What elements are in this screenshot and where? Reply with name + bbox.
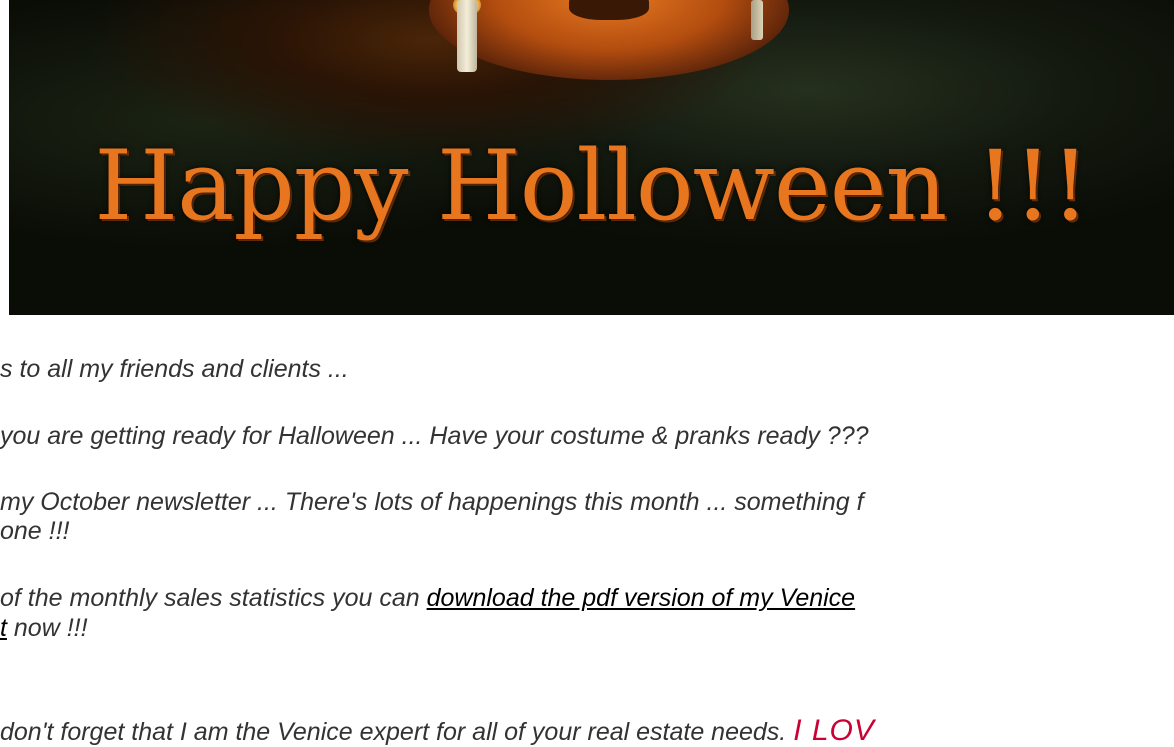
- download-pdf-link[interactable]: download the pdf version of my Venice: [427, 584, 856, 612]
- greeting-line: s to all my friends and clients ...: [0, 355, 349, 383]
- halloween-banner-image: Happy Holloween !!!: [9, 0, 1174, 315]
- download-pdf-link-continued[interactable]: t: [0, 614, 7, 642]
- pumpkin-face-graphic: [569, 0, 649, 20]
- love-emphasis-text: I LOV: [793, 714, 875, 747]
- newsletter-line-2: one !!!: [0, 517, 70, 545]
- statistics-text: of the monthly sales statistics you can: [0, 584, 427, 612]
- expert-text: don't forget that I am the Venice expert…: [0, 718, 794, 746]
- banner-title: Happy Holloween !!!: [94, 130, 1089, 242]
- expert-line: don't forget that I am the Venice expert…: [0, 716, 875, 747]
- statistics-line-1: of the monthly sales statistics you can …: [0, 583, 855, 613]
- statistics-suffix: now !!!: [6, 614, 88, 642]
- candle-graphic: [457, 0, 477, 72]
- statistics-line-2: t now !!!: [0, 613, 88, 643]
- newsletter-line-1: my October newsletter ... There's lots o…: [0, 488, 864, 516]
- candle-graphic-right: [751, 0, 763, 40]
- halloween-question-line: you are getting ready for Halloween ... …: [0, 422, 869, 450]
